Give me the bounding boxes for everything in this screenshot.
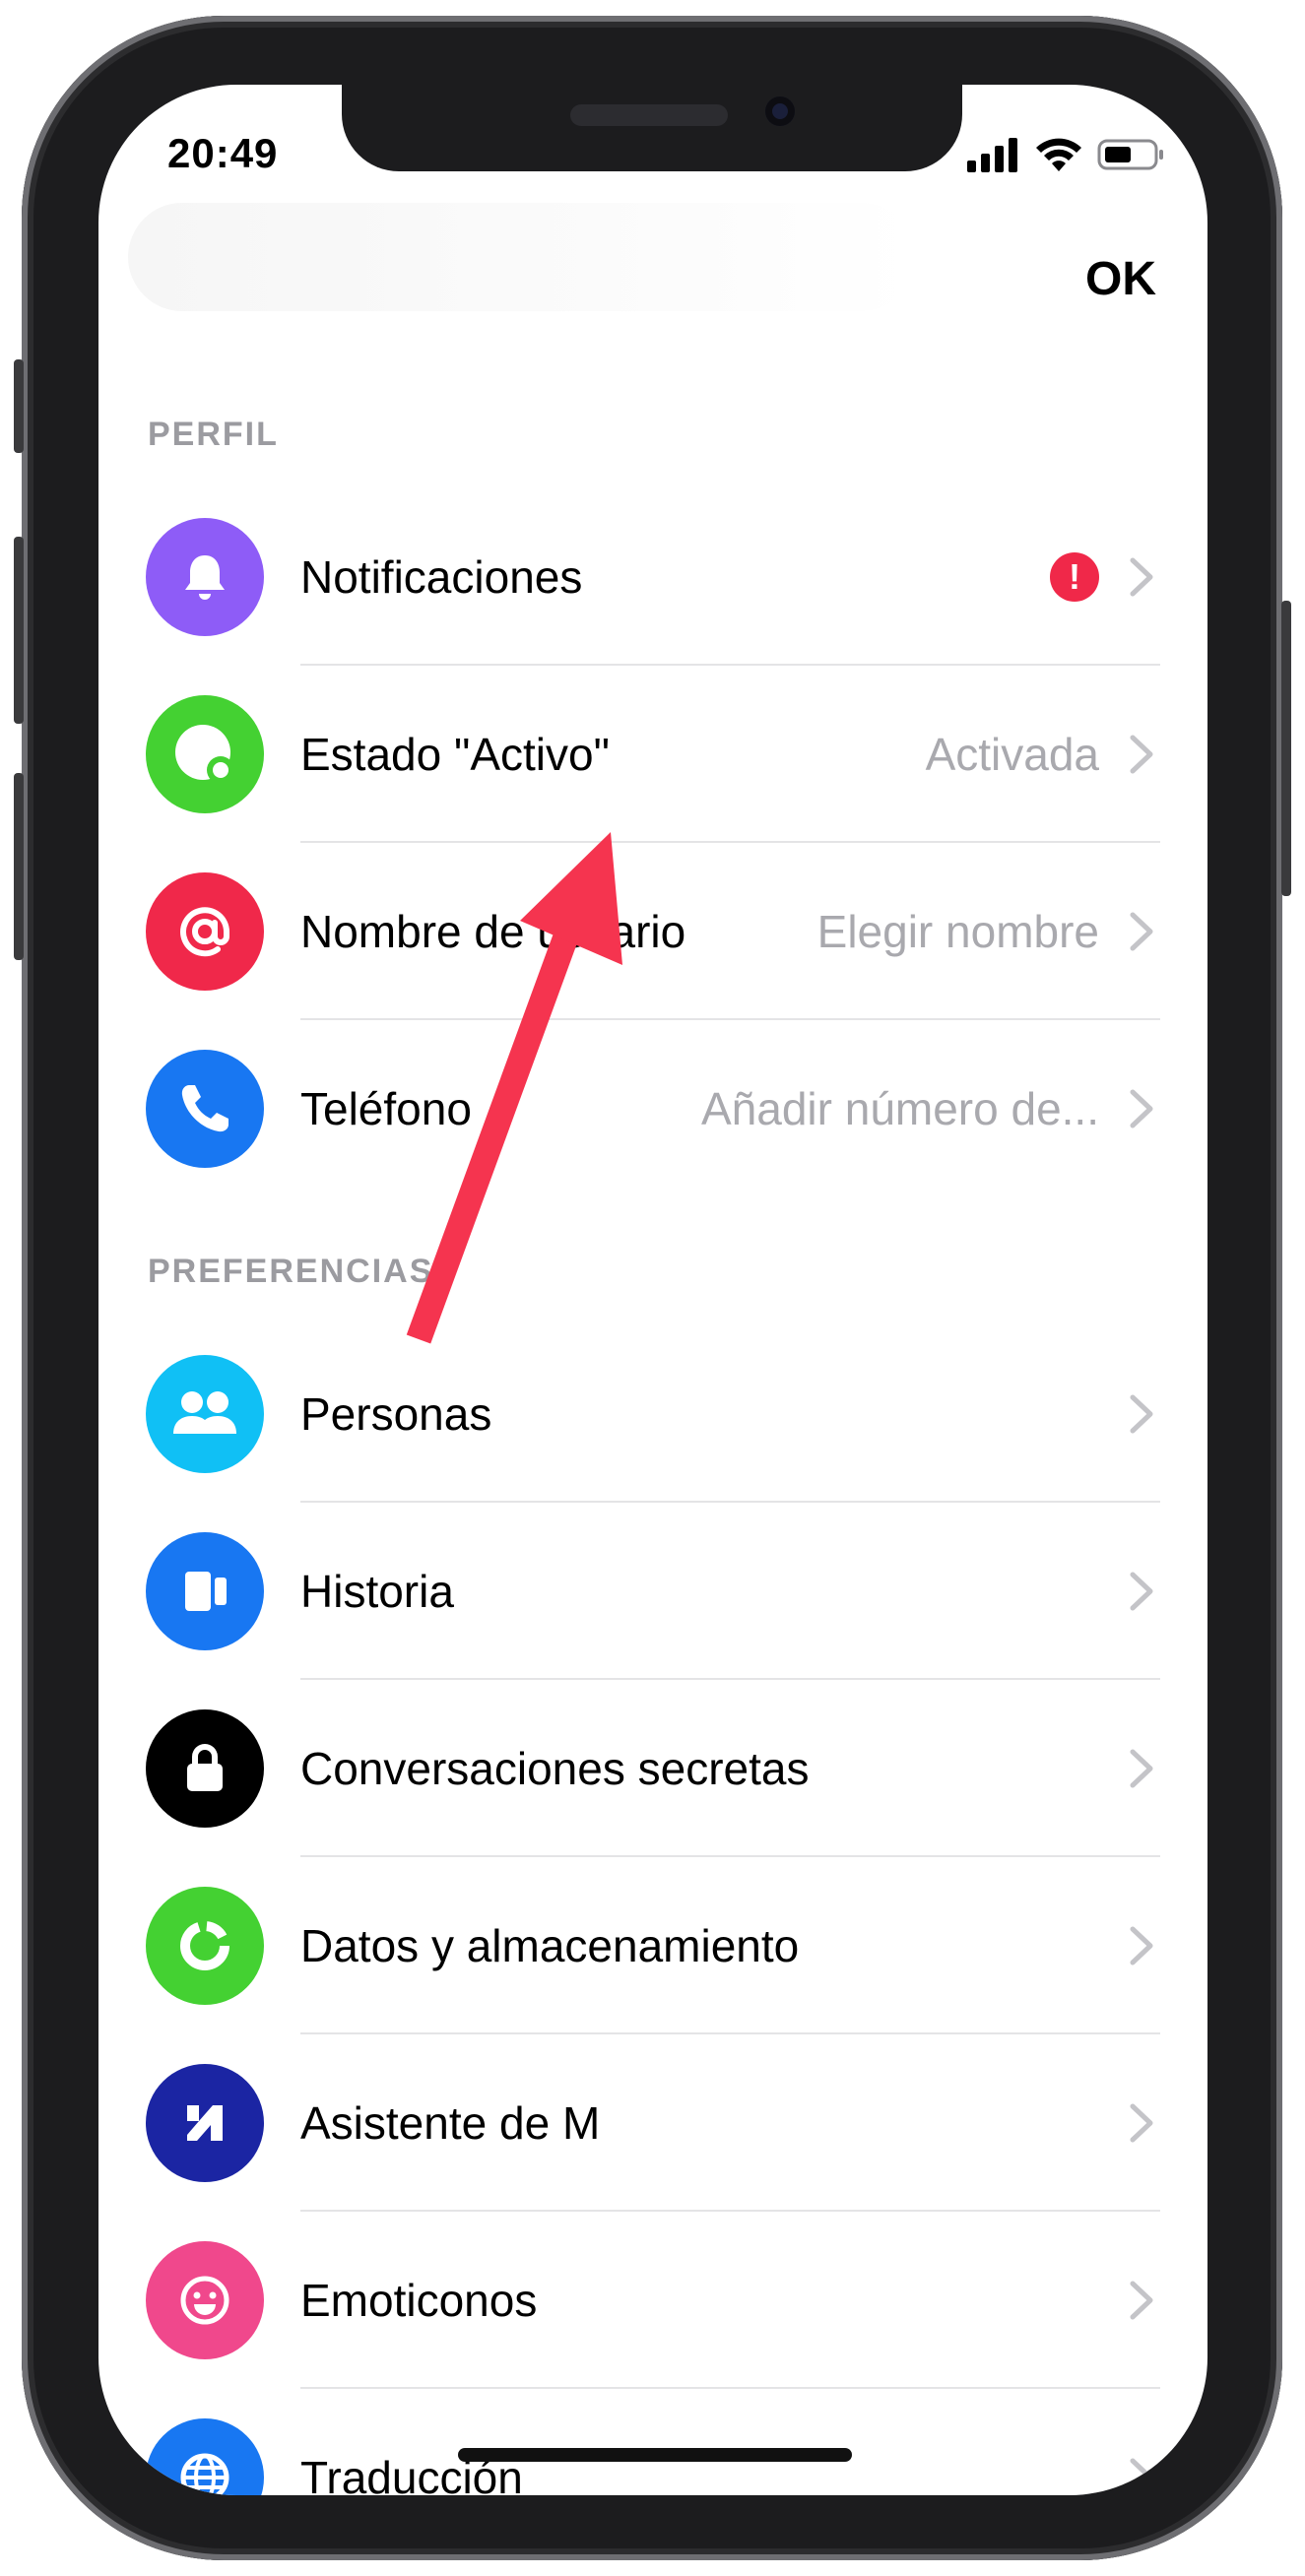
chevron-right-icon: [1130, 1749, 1153, 1788]
row-asistente-de-m[interactable]: Asistente de M: [98, 2034, 1207, 2212]
status-icons: [965, 136, 1166, 173]
emoji-icon: [146, 2241, 264, 2359]
chevron-right-icon: [1130, 2458, 1153, 2495]
row-conversaciones-secretas[interactable]: Conversaciones secretas: [98, 1680, 1207, 1857]
row-label: Emoticonos: [300, 2275, 538, 2326]
row-label: Teléfono: [300, 1083, 472, 1134]
chevron-right-icon: [1130, 1394, 1153, 1434]
power-button: [1281, 601, 1291, 896]
alert-badge: !: [1050, 552, 1099, 602]
section-perfil: PERFIL: [148, 416, 279, 453]
row-personas[interactable]: Personas: [98, 1325, 1207, 1503]
bell-icon: [146, 518, 264, 636]
battery-icon: [1097, 139, 1163, 170]
volume-up-button: [14, 537, 24, 724]
row-label: Nombre de usuario: [300, 906, 686, 957]
front-camera: [765, 97, 795, 126]
row-telefono[interactable]: Teléfono Añadir número de...: [98, 1020, 1207, 1197]
row-label: Asistente de M: [300, 2097, 601, 2149]
ok-button[interactable]: OK: [1085, 252, 1156, 306]
blurred-profile-header: [128, 203, 916, 311]
row-label: Personas: [300, 1388, 492, 1440]
row-label: Estado "Activo": [300, 729, 610, 780]
row-label: Conversaciones secretas: [300, 1743, 810, 1794]
mute-switch: [14, 359, 24, 453]
chevron-right-icon: [1130, 735, 1153, 774]
chevron-right-icon: [1130, 912, 1153, 951]
signal-icon: [967, 138, 1017, 172]
row-nombre-de-usuario[interactable]: Nombre de usuario Elegir nombre: [98, 843, 1207, 1020]
home-indicator[interactable]: [458, 2448, 852, 2462]
active-status-icon: [146, 695, 264, 813]
status-time: 20:49: [167, 130, 279, 176]
at-sign-icon: [146, 872, 264, 991]
row-label: Historia: [300, 1566, 454, 1617]
row-label: Traducción: [300, 2452, 523, 2495]
volume-down-button: [14, 773, 24, 960]
chevron-right-icon: [1130, 2281, 1153, 2320]
chevron-right-icon: [1130, 557, 1153, 597]
lock-icon: [146, 1709, 264, 1828]
chevron-right-icon: [1130, 2103, 1153, 2143]
phone-icon: [146, 1050, 264, 1168]
people-icon: [146, 1355, 264, 1473]
row-estado-activo[interactable]: Estado "Activo" Activada: [98, 666, 1207, 843]
row-traduccion[interactable]: Traducción: [98, 2389, 1207, 2495]
row-value: Añadir número de...: [700, 1083, 1099, 1134]
row-value: Elegir nombre: [816, 906, 1099, 957]
story-icon: [146, 1532, 264, 1650]
row-label: Notificaciones: [300, 551, 583, 603]
row-label: Datos y almacenamiento: [300, 1920, 800, 1971]
section-preferencias: PREFERENCIAS: [148, 1253, 434, 1290]
globe-icon: [146, 2418, 264, 2495]
notch: [342, 85, 962, 171]
screen: 20:49 OK PERFIL Notificaciones ! Estado …: [98, 85, 1207, 2495]
wifi-icon: [1036, 138, 1081, 171]
row-historia[interactable]: Historia: [98, 1503, 1207, 1680]
row-datos-y-almacenamiento[interactable]: Datos y almacenamiento: [98, 1857, 1207, 2034]
data-storage-icon: [146, 1887, 264, 2005]
row-value: Activada: [925, 729, 1099, 780]
row-notificaciones[interactable]: Notificaciones !: [98, 488, 1207, 666]
chevron-right-icon: [1130, 1089, 1153, 1128]
chevron-right-icon: [1130, 1926, 1153, 1965]
speaker: [570, 104, 728, 126]
m-assistant-icon: [146, 2064, 264, 2182]
row-emoticonos[interactable]: Emoticonos: [98, 2212, 1207, 2389]
chevron-right-icon: [1130, 1572, 1153, 1611]
